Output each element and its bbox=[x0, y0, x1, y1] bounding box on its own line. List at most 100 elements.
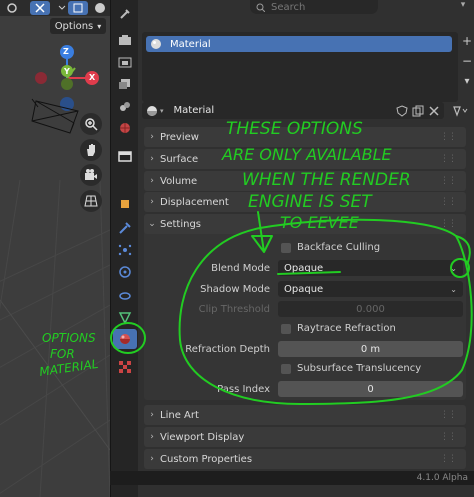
checkbox-box[interactable] bbox=[281, 242, 291, 253]
properties-tab-bar bbox=[110, 0, 139, 497]
subsurface-translucency-checkbox[interactable]: Subsurface Translucency bbox=[281, 363, 421, 374]
shading-mode-icon[interactable] bbox=[90, 1, 110, 15]
panel-settings[interactable]: ⌄ Settings ⋮⋮ bbox=[144, 214, 466, 234]
chevron-down-icon: ⌄ bbox=[148, 219, 156, 229]
drag-grip-icon[interactable]: ⋮⋮ bbox=[440, 454, 457, 464]
view-icon[interactable] bbox=[2, 1, 22, 15]
material-actions bbox=[396, 103, 442, 118]
slot-menu-icon[interactable]: ▾ bbox=[460, 76, 474, 92]
tab-particles[interactable] bbox=[113, 240, 137, 260]
tab-texture[interactable] bbox=[113, 357, 137, 377]
options-dropdown[interactable]: Options ▾ bbox=[50, 18, 106, 34]
tab-view-layer[interactable] bbox=[113, 74, 137, 94]
options-label: Options bbox=[54, 20, 94, 32]
zoom-icon[interactable] bbox=[80, 113, 102, 135]
blend-mode-value: Opaque bbox=[284, 262, 324, 274]
panel-settings-label: Settings bbox=[160, 218, 202, 230]
tab-render[interactable] bbox=[113, 30, 137, 50]
camera-view-icon[interactable] bbox=[80, 164, 102, 186]
panel-surface[interactable]: › Surface ⋮⋮ bbox=[144, 149, 466, 169]
panel-volume[interactable]: › Volume ⋮⋮ bbox=[144, 171, 466, 191]
fake-user-shield-icon[interactable] bbox=[396, 104, 408, 117]
raytrace-refraction-label: Raytrace Refraction bbox=[297, 323, 396, 334]
panel-surface-label: Surface bbox=[160, 153, 199, 165]
tab-material[interactable] bbox=[113, 329, 137, 349]
raytrace-refraction-checkbox[interactable]: Raytrace Refraction bbox=[281, 323, 396, 334]
clip-threshold-field: 0.000 bbox=[278, 301, 463, 317]
chevron-right-icon: › bbox=[150, 176, 154, 186]
refraction-depth-label: Refraction Depth bbox=[185, 344, 270, 355]
drag-grip-icon[interactable]: ⋮⋮ bbox=[440, 219, 457, 229]
gizmo-z-label: Z bbox=[63, 47, 69, 56]
shadow-mode-value: Opaque bbox=[284, 283, 324, 295]
drag-grip-icon[interactable]: ⋮⋮ bbox=[440, 197, 457, 207]
drag-grip-icon[interactable]: ⋮⋮ bbox=[440, 154, 457, 164]
node-link-icon[interactable] bbox=[450, 102, 472, 119]
chevron-right-icon: › bbox=[150, 197, 154, 207]
panel-displacement[interactable]: › Displacement ⋮⋮ bbox=[144, 192, 466, 212]
pass-index-field[interactable]: 0 bbox=[278, 381, 463, 397]
panel-line-art[interactable]: › Line Art ⋮⋮ bbox=[144, 405, 466, 425]
tab-data[interactable] bbox=[113, 308, 137, 328]
viewport-header bbox=[0, 0, 110, 16]
panel-displacement-label: Displacement bbox=[160, 196, 229, 208]
panel-options-icon[interactable]: ▾ bbox=[456, 0, 470, 14]
tab-object[interactable] bbox=[113, 194, 137, 214]
search-icon bbox=[256, 3, 265, 12]
gizmo-y-label: Y bbox=[64, 67, 70, 76]
chevron-right-icon: › bbox=[150, 454, 154, 464]
checkbox-box[interactable] bbox=[281, 323, 291, 334]
blend-mode-dropdown[interactable]: Opaque ⌄ bbox=[278, 260, 463, 276]
list-item[interactable]: Material bbox=[146, 36, 452, 52]
overlay-toggle-icon[interactable] bbox=[30, 1, 50, 15]
pass-index-value: 0 bbox=[367, 383, 374, 395]
slot-label: Material bbox=[170, 38, 211, 50]
3d-viewport[interactable]: Options ▾ Z Y X bbox=[0, 0, 110, 497]
browse-material-icon[interactable] bbox=[145, 104, 159, 118]
unlink-close-icon[interactable] bbox=[428, 105, 440, 117]
search-box[interactable]: Search bbox=[250, 0, 378, 14]
properties-panel: Search ▾ Material + − ▾ ▾ Material › Pre… bbox=[138, 0, 474, 497]
backface-culling-checkbox[interactable]: Backface Culling bbox=[281, 242, 380, 253]
tab-physics[interactable] bbox=[113, 262, 137, 282]
material-slot-list[interactable]: Material bbox=[142, 32, 458, 102]
gizmo-x-label: X bbox=[89, 73, 96, 82]
chevron-right-icon: › bbox=[150, 432, 154, 442]
panel-viewport-display-label: Viewport Display bbox=[160, 431, 245, 443]
checkbox-box[interactable] bbox=[281, 363, 291, 374]
chevron-down-icon: ⌄ bbox=[450, 284, 457, 294]
refraction-depth-field[interactable]: 0 m bbox=[278, 341, 463, 357]
panel-preview[interactable]: › Preview ⋮⋮ bbox=[144, 127, 466, 147]
tab-scene[interactable] bbox=[113, 96, 137, 116]
tab-modifiers[interactable] bbox=[113, 218, 137, 238]
tab-constraints[interactable] bbox=[113, 286, 137, 306]
chevron-down-icon: ▾ bbox=[97, 21, 102, 31]
status-bar: 4.1.0 Alpha bbox=[110, 471, 474, 485]
drag-grip-icon[interactable]: ⋮⋮ bbox=[440, 176, 457, 186]
drag-grip-icon[interactable]: ⋮⋮ bbox=[440, 410, 457, 420]
tab-collection[interactable] bbox=[113, 146, 137, 166]
add-slot-button[interactable]: + bbox=[460, 34, 474, 50]
panel-custom-properties[interactable]: › Custom Properties ⋮⋮ bbox=[144, 449, 466, 469]
drag-grip-icon[interactable]: ⋮⋮ bbox=[440, 432, 457, 442]
blend-mode-label: Blend Mode bbox=[211, 263, 270, 274]
chevron-down-icon: ▾ bbox=[160, 106, 164, 115]
remove-slot-button[interactable]: − bbox=[460, 54, 474, 70]
shadow-mode-dropdown[interactable]: Opaque ⌄ bbox=[278, 281, 463, 297]
perspective-grid-icon[interactable] bbox=[80, 190, 102, 212]
tab-tool[interactable] bbox=[113, 4, 137, 24]
drag-grip-icon[interactable]: ⋮⋮ bbox=[440, 132, 457, 142]
pass-index-label: Pass Index bbox=[217, 384, 270, 395]
material-sphere-icon bbox=[151, 39, 161, 49]
backface-culling-label: Backface Culling bbox=[297, 242, 381, 253]
xray-toggle-icon[interactable] bbox=[68, 1, 88, 15]
subsurface-translucency-label: Subsurface Translucency bbox=[297, 363, 422, 374]
material-name-field[interactable]: Material bbox=[174, 105, 215, 116]
duplicate-icon[interactable] bbox=[412, 105, 424, 117]
tab-world[interactable] bbox=[113, 118, 137, 138]
pan-hand-icon[interactable] bbox=[80, 139, 102, 161]
panel-viewport-display[interactable]: › Viewport Display ⋮⋮ bbox=[144, 427, 466, 447]
tab-output[interactable] bbox=[113, 52, 137, 72]
chevron-right-icon: › bbox=[150, 154, 154, 164]
search-input[interactable]: Search bbox=[271, 2, 305, 13]
